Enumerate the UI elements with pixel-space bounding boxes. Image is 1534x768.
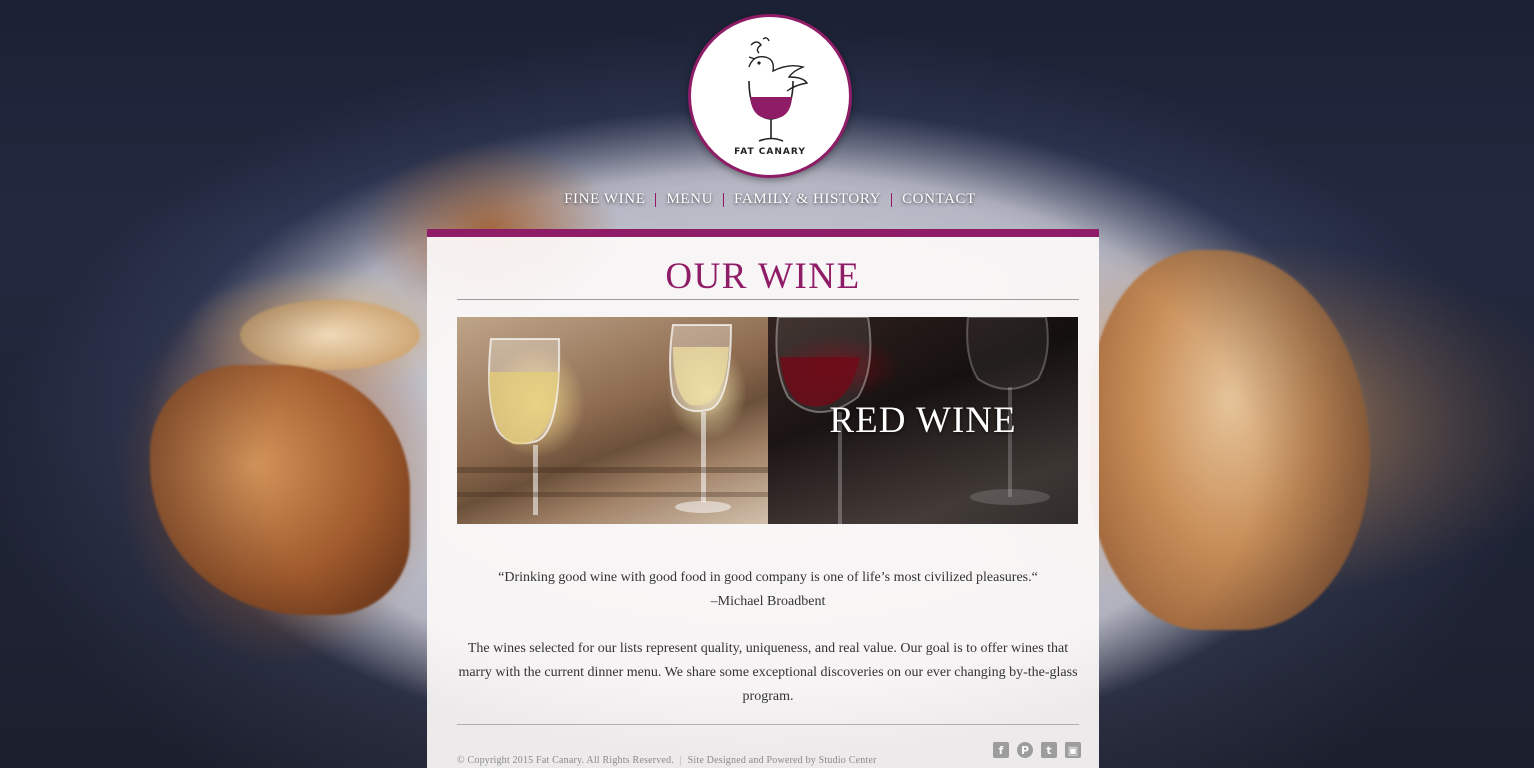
content-panel: OUR WINE RED WINE “Drinking good wine wi… xyxy=(427,229,1099,768)
nav-item-menu[interactable]: MENU xyxy=(656,191,723,208)
main-navigation: FINE WINE MENU FAMILY & HISTORY CONTACT xyxy=(0,191,1534,208)
facebook-icon[interactable]: f xyxy=(993,742,1009,758)
page-title: OUR WINE xyxy=(665,256,861,297)
footer-divider xyxy=(457,724,1079,725)
nav-item-family-history[interactable]: FAMILY & HISTORY xyxy=(724,191,891,208)
nav-item-fine-wine[interactable]: FINE WINE xyxy=(554,191,655,208)
red-wine-tile-label: RED WINE xyxy=(829,400,1017,441)
wine-quote: “Drinking good wine with good food in go… xyxy=(457,566,1079,614)
logo-wordmark: FAT CANARY xyxy=(734,147,806,157)
site-logo[interactable]: FAT CANARY xyxy=(688,14,852,178)
nav-item-contact[interactable]: CONTACT xyxy=(892,191,986,208)
site-credit-link[interactable]: Site Designed and Powered by Studio Cent… xyxy=(688,755,877,766)
footer-copyright: © Copyright 2015 Fat Canary. All Rights … xyxy=(457,755,877,766)
wine-description: The wines selected for our lists represe… xyxy=(458,641,1078,704)
footer-separator: | xyxy=(679,755,682,766)
quote-text: “Drinking good wine with good food in go… xyxy=(498,570,1038,585)
twitter-icon[interactable]: t xyxy=(1041,742,1057,758)
white-wine-glasses-image xyxy=(457,324,768,515)
quote-author: –Michael Broadbent xyxy=(710,594,826,609)
red-wine-tile[interactable]: RED WINE xyxy=(768,317,1078,524)
pinterest-icon[interactable]: P xyxy=(1017,742,1033,758)
white-wine-tile[interactable] xyxy=(457,317,768,524)
title-divider xyxy=(457,299,1079,300)
copyright-text: © Copyright 2015 Fat Canary. All Rights … xyxy=(457,755,675,766)
wine-category-tiles: RED WINE xyxy=(457,317,1078,524)
instagram-icon[interactable]: ▣ xyxy=(1065,742,1081,758)
social-links: f P t ▣ xyxy=(993,742,1081,758)
